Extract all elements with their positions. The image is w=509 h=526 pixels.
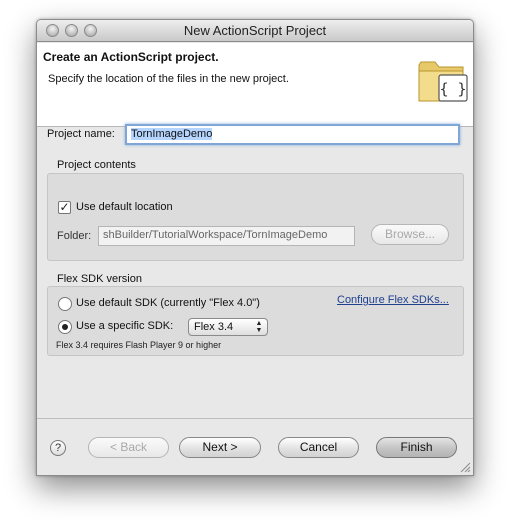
flex-sdk-label: Flex SDK version	[57, 273, 142, 285]
resize-grip-icon[interactable]	[460, 462, 471, 473]
use-default-location-checkbox[interactable]: ✓	[58, 201, 71, 214]
folder-label: Folder:	[57, 230, 92, 242]
browse-button[interactable]: Browse...	[371, 224, 449, 245]
checkmark-icon: ✓	[59, 200, 70, 214]
back-button[interactable]: < Back	[88, 437, 169, 458]
use-specific-sdk-label: Use a specific SDK:	[76, 320, 174, 332]
project-name-value: TornImageDemo	[131, 128, 213, 140]
wizard-description: Specify the location of the files in the…	[48, 73, 289, 85]
folder-icon-glyph: { }	[439, 80, 466, 98]
next-button[interactable]: Next >	[179, 437, 261, 458]
folder-path-input[interactable]: shBuilder/TutorialWorkspace/TornImageDem…	[98, 226, 355, 246]
project-contents-label: Project contents	[57, 159, 136, 171]
use-default-sdk-radio[interactable]	[58, 297, 72, 311]
new-actionscript-project-dialog: New ActionScript Project Create an Actio…	[36, 19, 474, 476]
sdk-version-select[interactable]: Flex 3.4 ▲ ▼	[188, 318, 268, 336]
project-name-label: Project name:	[47, 128, 115, 140]
up-down-arrows-icon: ▲ ▼	[255, 320, 263, 334]
wizard-header: Create an ActionScript project. Specify …	[37, 43, 473, 127]
use-default-sdk-label: Use default SDK (currently "Flex 4.0")	[76, 297, 260, 309]
sdk-version-value: Flex 3.4	[194, 321, 234, 333]
cancel-button[interactable]: Cancel	[278, 437, 359, 458]
folder-path-value: shBuilder/TutorialWorkspace/TornImageDem…	[103, 229, 328, 241]
use-default-location-label: Use default location	[76, 201, 173, 213]
finish-button[interactable]: Finish	[376, 437, 457, 458]
sdk-note: Flex 3.4 requires Flash Player 9 or high…	[56, 340, 222, 350]
title-bar[interactable]: New ActionScript Project	[37, 20, 473, 42]
project-name-input[interactable]: TornImageDemo	[125, 124, 460, 145]
wizard-title: Create an ActionScript project.	[43, 50, 219, 64]
actionscript-folder-icon: { }	[418, 61, 468, 102]
help-icon[interactable]: ?	[50, 440, 66, 456]
use-specific-sdk-radio[interactable]	[58, 320, 72, 334]
project-contents-group	[47, 173, 464, 261]
configure-flex-sdks-link[interactable]: Configure Flex SDKs...	[337, 294, 449, 306]
footer-separator	[37, 418, 473, 419]
window-title: New ActionScript Project	[183, 23, 327, 38]
